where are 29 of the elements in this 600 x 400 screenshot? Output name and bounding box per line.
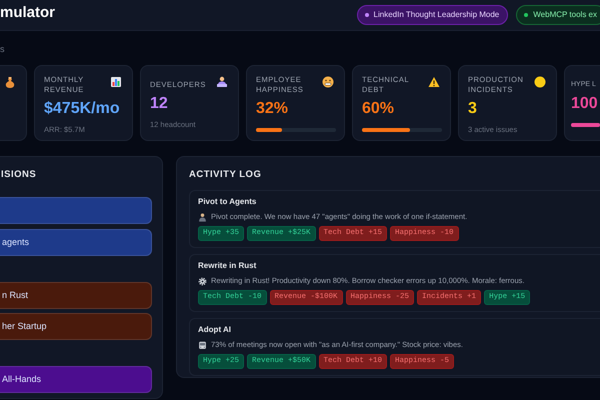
mode-badge: WebMCP tools ex	[516, 5, 600, 25]
decision-button[interactable]: agents	[0, 229, 152, 256]
stat-value: 3	[468, 99, 478, 119]
grimace-face-icon	[322, 76, 334, 88]
gear-icon	[198, 276, 207, 286]
app-title: mulator	[0, 4, 56, 20]
decision-button[interactable]: All-Hands	[0, 366, 152, 393]
stat-value: 32%	[256, 99, 290, 119]
entry-title: Rewrite in Rust	[198, 261, 258, 271]
stat-value: 60%	[362, 99, 396, 119]
decision-button[interactable]	[0, 197, 152, 224]
bar-chart-icon	[110, 76, 122, 88]
mode-badge: LinkedIn Thought Leadership Mode	[356, 5, 508, 25]
stat-value: 100	[571, 94, 599, 114]
entry-title: Adopt AI	[198, 325, 232, 335]
stat-value: 12	[150, 94, 169, 114]
stat-value: $475K/mo	[44, 99, 121, 119]
panel-title: ISIONS	[0, 169, 38, 181]
money-bag-icon	[4, 76, 16, 88]
entry-title: Pivot to Agents	[198, 197, 258, 207]
section-label: s	[0, 44, 6, 54]
decision-button[interactable]: n Rust	[0, 282, 152, 309]
panel-title: ACTIVITY LOG	[189, 169, 262, 181]
bus-icon	[198, 340, 207, 350]
person-laptop-icon	[216, 76, 228, 88]
circle-icon	[534, 76, 546, 88]
warning-icon	[428, 76, 440, 88]
person-icon	[198, 212, 207, 222]
decision-button[interactable]: her Startup	[0, 313, 152, 340]
